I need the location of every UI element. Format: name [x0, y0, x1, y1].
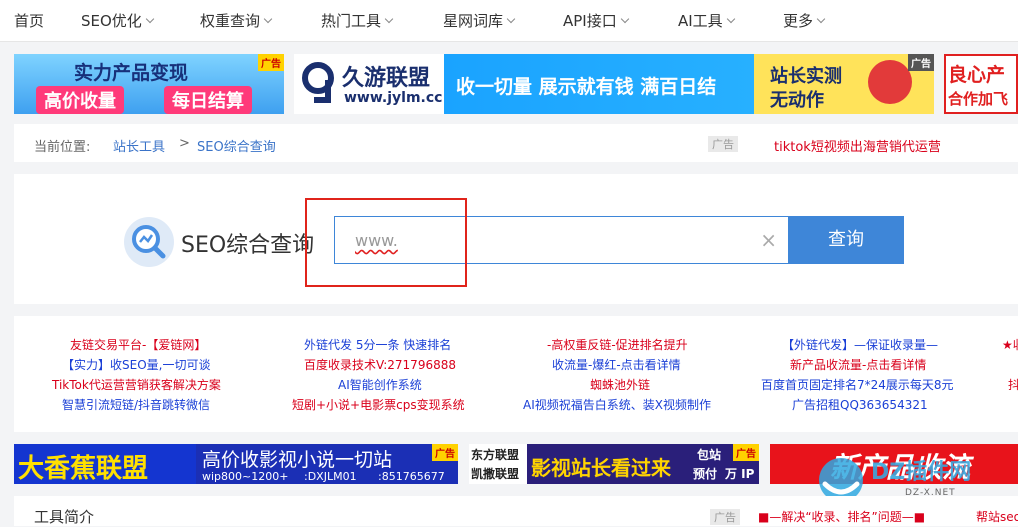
text-link[interactable]: 新产品收流量-点击看详情: [790, 356, 926, 373]
coin-icon: [868, 60, 912, 104]
ad-link[interactable]: tiktok短视频出海营销代运营: [774, 136, 941, 155]
chevron-down-icon: [506, 14, 516, 24]
chevron-down-icon: [620, 14, 629, 24]
nav-label: AI工具: [678, 12, 723, 30]
breadcrumb-separator: >: [179, 136, 190, 151]
banner-text: 高价收影视小说一切站: [202, 449, 393, 471]
text-link[interactable]: 广告招租QQ363654321: [792, 396, 928, 413]
breadcrumb-link-home[interactable]: 站长工具: [113, 136, 165, 155]
text-link[interactable]: TikTok代运营营销获客解决方案: [52, 376, 221, 393]
text-links-section: 友链交易平台-【爱链网】 【实力】收SEO量,一切可谈 TikTok代运营营销获…: [14, 316, 1018, 432]
banner-text: 凯撒联盟: [471, 467, 520, 481]
ad-banner-top-3[interactable]: 良心产 合作加飞: [944, 54, 1018, 114]
banner-text: 合作加飞: [948, 90, 1009, 108]
nav-label: API接口: [563, 12, 617, 30]
ad-link[interactable]: 帮站seo: [976, 508, 1018, 525]
text-link[interactable]: 【外链代发】—保证收录量—: [782, 336, 938, 353]
banner-text: 久游联盟: [342, 66, 431, 91]
text-link[interactable]: 友链交易平台-【爱链网】: [70, 336, 206, 353]
ad-tag: 广告: [710, 509, 740, 525]
nav-item-tools[interactable]: 热门工具: [321, 10, 394, 31]
watermark-text: DZ插件网: [871, 460, 972, 485]
ad-tag: 广告: [733, 444, 759, 461]
banner-text: :851765677: [378, 470, 445, 483]
breadcrumb-prefix: 当前位置:: [34, 140, 91, 155]
ad-tag: 广告: [432, 444, 458, 461]
banner-text: 包站: [697, 448, 722, 462]
nav-item-ai[interactable]: AI工具: [678, 10, 735, 31]
banner-text: 收一切量 展示就有钱 满百日结: [456, 76, 717, 98]
banner-text: 影视站长看过来: [531, 456, 671, 480]
ad-tag: 广告: [258, 54, 284, 71]
query-button[interactable]: 查询: [788, 216, 904, 264]
banner-text: 预付: [693, 467, 718, 481]
nav-item-seo[interactable]: SEO优化: [81, 10, 155, 31]
breadcrumb-link-current[interactable]: SEO综合查询: [197, 136, 276, 155]
top-nav: 首页 SEO优化 权重查询 热门工具 星网词库 API接口 AI工具 更多: [0, 0, 1018, 42]
chevron-down-icon: [145, 14, 155, 24]
search-card: SEO综合查询 www. × 查询: [14, 174, 1018, 304]
ad-banner-top-2[interactable]: 久游联盟 www.jylm.cc 收一切量 展示就有钱 满百日结 站长实测 无动…: [294, 54, 934, 114]
banner-text: 高价收量: [36, 86, 124, 114]
nav-label: SEO优化: [81, 12, 142, 30]
banner-text: 东方联盟: [471, 448, 520, 462]
banner-text: 站长实测: [770, 66, 842, 87]
breadcrumb: 当前位置: 站长工具 > SEO综合查询 广告 tiktok短视频出海营销代运营: [14, 124, 1018, 162]
banner-text: wip800~1200+: [202, 470, 289, 483]
text-link[interactable]: 蜘蛛池外链: [590, 376, 650, 393]
clear-icon[interactable]: ×: [760, 228, 777, 252]
nav-item-more[interactable]: 更多: [783, 10, 826, 31]
chevron-down-icon: [726, 14, 735, 24]
ad-banner-top-1[interactable]: 实力产品变现 高价收量 每日结算 广告: [14, 54, 284, 114]
text-link[interactable]: AI智能创作系统: [338, 376, 422, 393]
seo-search-icon: [124, 217, 174, 267]
text-link[interactable]: 外链代发 5分一条 快速排名: [304, 336, 451, 353]
banner-text: 万 IP: [725, 467, 755, 481]
ad-banner-bottom-2[interactable]: 东方联盟 凯撒联盟 影视站长看过来 包站 预付 万 IP 广告: [469, 444, 759, 484]
nav-item-api[interactable]: API接口: [563, 10, 629, 31]
text-link[interactable]: ★收: [1002, 336, 1018, 353]
text-link[interactable]: 智慧引流短链/抖音跳转微信: [62, 396, 210, 413]
text-link[interactable]: 【实力】收SEO量,一切可谈: [62, 356, 210, 373]
search-title: SEO综合查询: [181, 233, 315, 258]
intro-title: 工具简介: [34, 508, 95, 526]
ad-tag: 广告: [908, 54, 934, 71]
banner-text: 无动作: [770, 90, 824, 111]
text-link[interactable]: -高权重反链-促进排名提升: [547, 336, 688, 353]
banner-text: 大香蕉联盟: [18, 454, 149, 484]
text-link[interactable]: 收流量-爆红-点击看详情: [552, 356, 681, 373]
jylm-logo-icon: [302, 62, 334, 103]
nav-label: 星网词库: [443, 12, 504, 30]
nav-label: 更多: [783, 12, 814, 30]
text-link[interactable]: AI视频祝福告白系统、装X视频制作: [523, 396, 711, 413]
nav-item-home[interactable]: 首页: [14, 10, 44, 31]
banner-text: www.jylm.cc: [344, 90, 443, 106]
ad-banner-bottom-1[interactable]: 大香蕉联盟 高价收影视小说一切站 wip800~1200+ :DXJLM01 :…: [14, 444, 458, 484]
intro-section: 工具简介 广告 ■—解决“收录、排名”问题—■ 帮站seo: [14, 496, 1018, 526]
ad-link[interactable]: ■—解决“收录、排名”问题—■: [758, 508, 925, 525]
nav-item-weight[interactable]: 权重查询: [200, 10, 273, 31]
text-link[interactable]: 抖: [1008, 376, 1018, 393]
text-link[interactable]: 百度首页固定排名7*24展示每天8元: [761, 376, 954, 393]
nav-item-lexicon[interactable]: 星网词库: [443, 10, 516, 31]
nav-label: 首页: [14, 12, 45, 30]
ad-tag: 广告: [708, 136, 738, 152]
text-link[interactable]: 短剧+小说+电影票cps变现系统: [292, 396, 465, 413]
text-link[interactable]: 百度收录技术V:271796888: [304, 356, 456, 373]
chevron-down-icon: [384, 14, 394, 24]
chevron-down-icon: [263, 14, 273, 24]
banner-text: 每日结算: [164, 86, 252, 114]
chevron-down-icon: [816, 14, 826, 24]
nav-label: 权重查询: [200, 12, 261, 30]
nav-label: 热门工具: [321, 12, 382, 30]
highlight-box: [305, 198, 467, 287]
banner-text: 实力产品变现: [74, 62, 189, 84]
banner-text: 良心产: [948, 64, 1006, 86]
banner-text: :DXJLM01: [304, 470, 357, 483]
